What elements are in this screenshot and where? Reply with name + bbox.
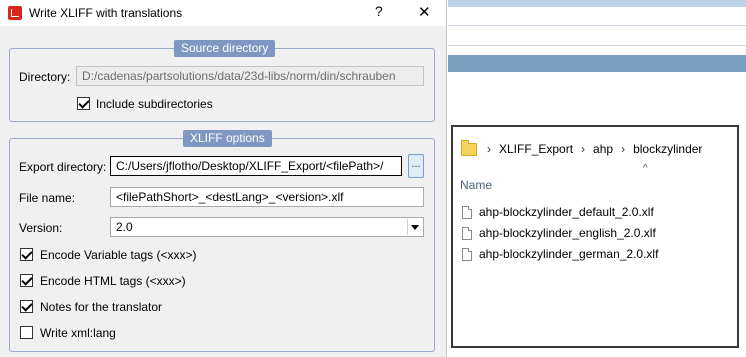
encode-html-tags-checkbox[interactable]	[20, 274, 33, 287]
document-icon	[462, 247, 472, 261]
version-select[interactable]: 2.0	[110, 217, 424, 237]
document-icon	[462, 205, 472, 219]
file-explorer-panel: › XLIFF_Export › ahp › blockzylinder ^ N…	[451, 125, 739, 348]
export-directory-input[interactable]: C:/Users/jflotho/Desktop/XLIFF_Export/<f…	[110, 156, 402, 176]
background-divider	[448, 45, 746, 46]
chevron-down-icon[interactable]	[407, 219, 422, 235]
xliff-dialog: Write XLIFF with translations ? ✕ Source…	[0, 0, 447, 357]
source-directory-legend: Source directory	[174, 40, 276, 57]
notes-for-translator-checkbox[interactable]	[20, 300, 33, 313]
breadcrumb-item-ahp[interactable]: ahp	[593, 142, 613, 156]
sort-up-icon: ^	[643, 163, 648, 174]
column-header-name[interactable]: Name	[460, 178, 492, 192]
file-name-label: File name:	[19, 191, 76, 205]
breadcrumb-item-blockzylinder[interactable]: blockzylinder	[633, 142, 702, 156]
include-subdirectories-checkbox[interactable]	[77, 97, 90, 110]
include-subdirectories-label: Include subdirectories	[96, 97, 213, 111]
export-directory-label: Export directory:	[19, 160, 107, 174]
file-name: ahp-blockzylinder_default_2.0.xlf	[479, 205, 654, 219]
directory-field[interactable]: D:/cadenas/partsolutions/data/23d-libs/n…	[76, 66, 424, 86]
background-window-header	[448, 55, 746, 72]
file-item[interactable]: ahp-blockzylinder_default_2.0.xlf	[462, 205, 654, 219]
encode-html-tags-label: Encode HTML tags (<xxx>)	[40, 274, 186, 288]
file-item[interactable]: ahp-blockzylinder_german_2.0.xlf	[462, 247, 658, 261]
help-button[interactable]: ?	[375, 3, 383, 19]
write-xml-lang-checkbox[interactable]	[20, 326, 33, 339]
close-button[interactable]: ✕	[418, 3, 431, 21]
write-xml-lang-label: Write xml:lang	[40, 326, 116, 340]
breadcrumb-separator: ›	[487, 142, 491, 156]
document-icon	[462, 226, 472, 240]
breadcrumb: › XLIFF_Export › ahp › blockzylinder	[461, 139, 702, 159]
title-bar: Write XLIFF with translations ? ✕	[0, 0, 446, 26]
background-divider	[448, 25, 746, 26]
encode-variable-tags-checkbox[interactable]	[20, 248, 33, 261]
xliff-options-legend: XLIFF options	[183, 130, 272, 147]
file-name: ahp-blockzylinder_german_2.0.xlf	[479, 247, 659, 261]
dialog-title: Write XLIFF with translations	[29, 6, 183, 20]
breadcrumb-item-xliff-export[interactable]: XLIFF_Export	[499, 142, 573, 156]
app-icon	[8, 6, 22, 20]
folder-icon	[461, 139, 477, 156]
background-window-bar	[448, 0, 746, 7]
breadcrumb-separator: ›	[621, 142, 626, 156]
breadcrumb-separator: ›	[581, 142, 586, 156]
file-name-input[interactable]: <filePathShort>_<destLang>_<version>.xlf	[110, 187, 424, 207]
file-name: ahp-blockzylinder_english_2.0.xlf	[479, 226, 656, 240]
version-label: Version:	[19, 221, 63, 235]
notes-for-translator-label: Notes for the translator	[40, 300, 163, 314]
file-item[interactable]: ahp-blockzylinder_english_2.0.xlf	[462, 226, 656, 240]
version-value: 2.0	[116, 220, 133, 234]
encode-variable-tags-label: Encode Variable tags (<xxx>)	[40, 248, 197, 262]
browse-button[interactable]: ...	[408, 154, 424, 178]
directory-label: Directory:	[19, 70, 71, 84]
